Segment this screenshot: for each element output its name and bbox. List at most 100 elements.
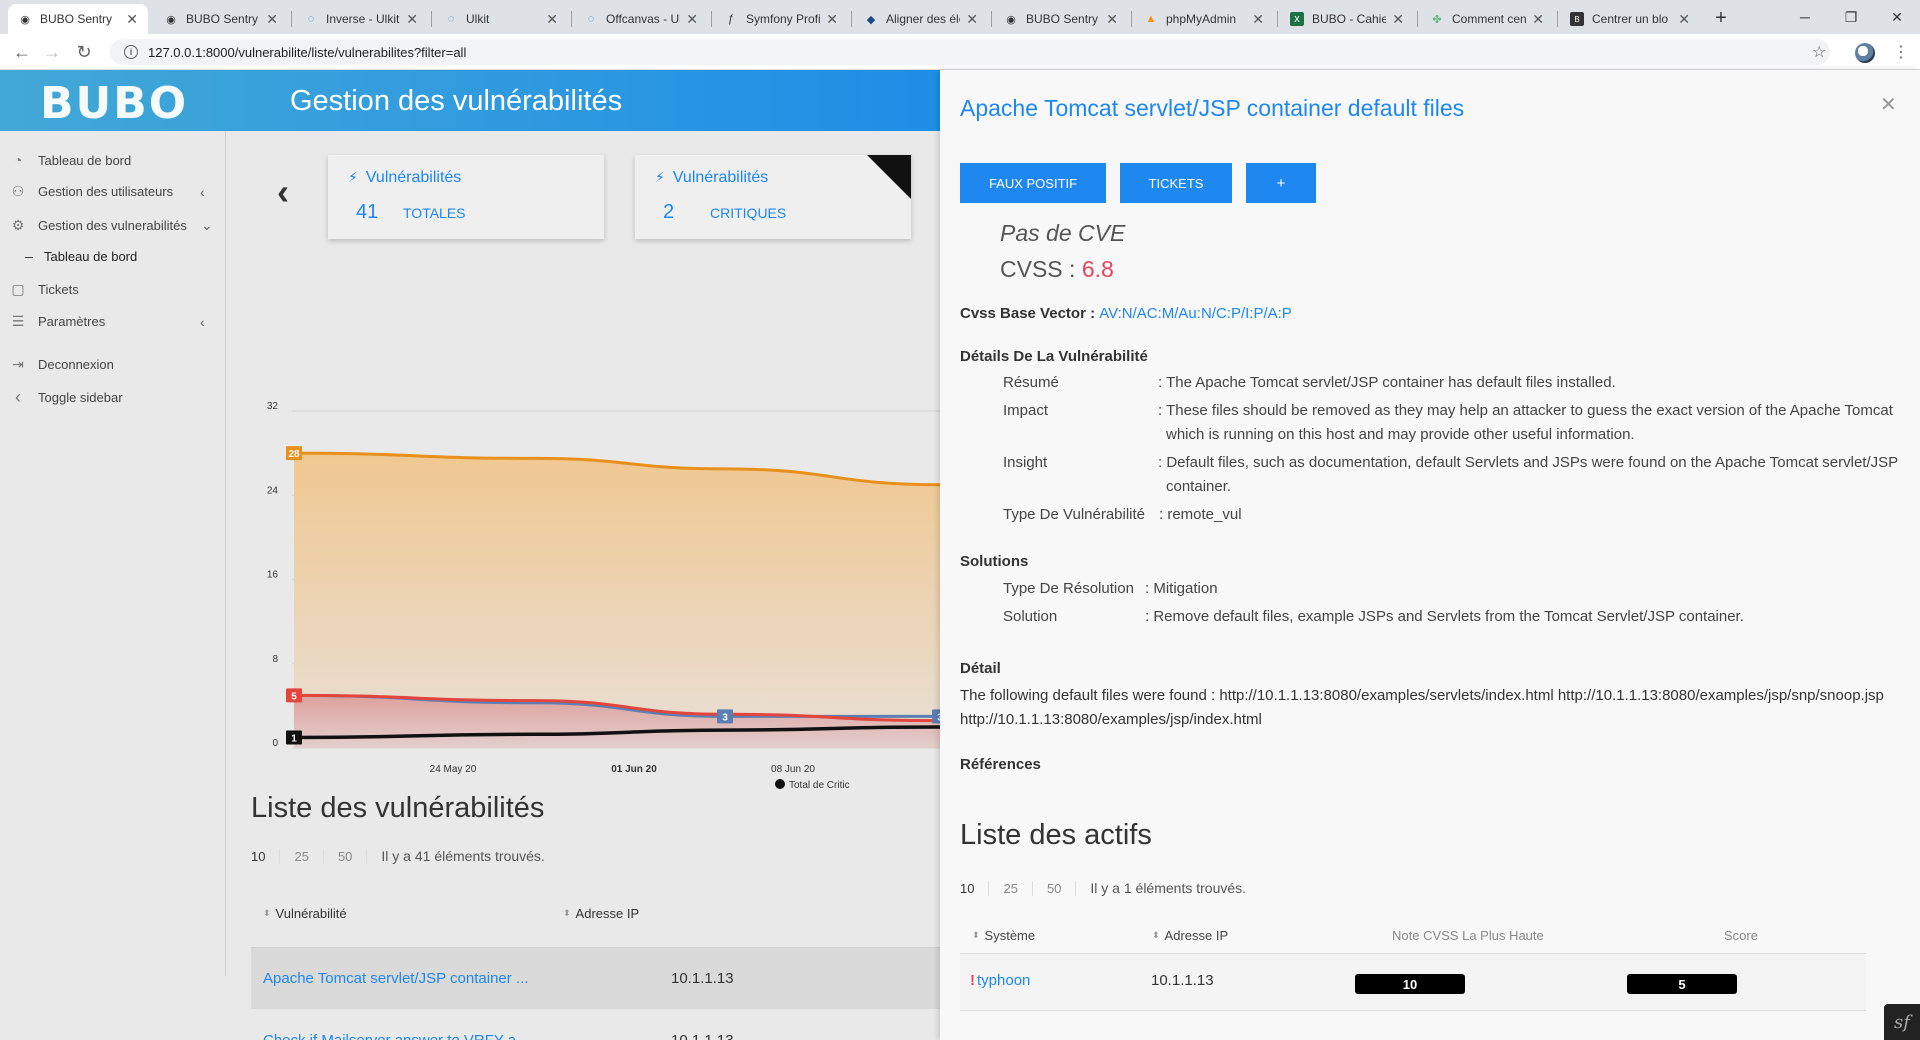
header: BUBO Gestion des vulnérabilités (0, 70, 940, 131)
logo[interactable]: BUBO (40, 78, 188, 129)
sort-icon: ⬍ (972, 930, 980, 940)
forward-icon[interactable]: → (40, 40, 64, 64)
sidebar-item-label: Deconnexion (38, 357, 114, 372)
main-content: ‹ ⚡ Vulnérabilités 41 TOTALES ⚡ Vulnérabil… (227, 131, 940, 1040)
close-icon[interactable]: ✕ (1532, 11, 1544, 28)
maximize-button[interactable]: ❐ (1828, 0, 1874, 34)
close-icon[interactable]: ✕ (1106, 11, 1118, 28)
browser-tab[interactable]: ◉ BUBO Sentry ✕ (8, 4, 148, 34)
tab-title: Comment cen (1452, 12, 1527, 26)
browser-tab[interactable]: ▲ phpMyAdmin ✕ (1134, 4, 1274, 34)
chevron-left-icon: ‹ (200, 313, 205, 330)
browser-tab[interactable]: ◉ BUBO Sentry ✕ (994, 4, 1128, 34)
phpmyadmin-icon: ▲ (1145, 13, 1157, 25)
column-header-ip[interactable]: ⬍ Adresse IP (1152, 928, 1228, 943)
tickets-button[interactable]: TICKETS (1120, 163, 1232, 203)
app: BUBO Gestion des vulnérabilités ◔ Tablea… (0, 70, 1920, 1040)
asset-link[interactable]: typhoon (977, 972, 1030, 989)
sidebar-item-vulnerabilities[interactable]: ⚙ Gestion des vulnerabilités ⌄ (8, 217, 213, 234)
table-row[interactable]: Apache Tomcat servlet/JSP container ... … (251, 947, 940, 1009)
column-header-vulnerability[interactable]: ⬍ Vulnérabilité (263, 906, 347, 921)
page-size-10[interactable]: 10 (960, 881, 990, 896)
detail-key: Insight (1003, 454, 1048, 471)
bolt-icon: ⚡ (348, 169, 358, 185)
table-row[interactable]: Check if Mailserver answer to VRFY a... … (251, 1009, 940, 1040)
solution-value: : Remove default files, example JSPs and… (1145, 608, 1744, 625)
close-icon[interactable]: ✕ (266, 11, 278, 28)
sidebar-item-label: Tableau de bord (44, 248, 138, 264)
card-title-text: Vulnérabilités (365, 169, 462, 186)
card-label: CRITIQUES (710, 205, 787, 221)
symfony-toolbar-icon[interactable]: sf (1884, 1004, 1920, 1040)
add-button[interactable]: + (1246, 163, 1316, 203)
browser-tab[interactable]: ◉ BUBO Sentry ✕ (154, 4, 288, 34)
browser-tab[interactable]: ◆ Aligner des élé ✕ (854, 4, 988, 34)
close-icon[interactable]: ✕ (826, 11, 838, 28)
vuln-pagination: 10 25 50 Il y a 41 éléments trouvés. (251, 848, 545, 864)
table-row[interactable]: ! typhoon 10.1.1.13 10 5 (960, 953, 1866, 1011)
close-icon[interactable]: ✕ (1880, 92, 1897, 117)
close-icon[interactable]: ✕ (126, 11, 138, 28)
ip-cell: 10.1.1.13 (1151, 972, 1214, 989)
close-window-button[interactable]: ✕ (1874, 0, 1920, 34)
back-icon[interactable]: ← (10, 40, 34, 64)
menu-icon[interactable]: ⋮ (1893, 42, 1909, 62)
new-tab-button[interactable]: + (1707, 4, 1735, 32)
page-size-50[interactable]: 50 (1033, 881, 1077, 896)
column-header-label: Adresse IP (575, 906, 640, 921)
page-size-25[interactable]: 25 (989, 881, 1033, 896)
tab-title: Aligner des élé (886, 12, 961, 26)
sidebar-item-label: Gestion des vulnerabilités (38, 218, 187, 233)
minimize-button[interactable]: ─ (1782, 0, 1828, 34)
browser-tab-bar: ◉ BUBO Sentry ✕ ◉ BUBO Sentry ✕ ◌ Invers… (0, 0, 1920, 34)
vuln-link[interactable]: Check if Mailserver answer to VRFY a... (263, 1032, 529, 1040)
ip-cell: 10.1.1.13 (671, 1032, 734, 1040)
sidebar-item-label: Tableau de bord (38, 152, 132, 168)
browser-tab[interactable]: x BUBO - Cahie ✕ (1280, 4, 1414, 34)
page-size-25[interactable]: 25 (280, 849, 324, 864)
sidebar-toggle[interactable]: ‹ Toggle sidebar (8, 387, 123, 408)
close-icon[interactable]: ✕ (1678, 11, 1690, 28)
sidebar-item-settings[interactable]: ☰ Paramètres ‹ (8, 313, 205, 330)
detail-value: : Default files, such as documentation, … (1158, 454, 1898, 495)
sidebar-item-users[interactable]: ⚇ Gestion des utilisateurs ‹ (8, 183, 205, 200)
base-vector: Cvss Base Vector : AV:N/AC:M/Au:N/C:P/I:… (960, 305, 1292, 322)
column-header-system[interactable]: ⬍ Système (972, 928, 1035, 943)
browser-tab[interactable]: B Centrer un blo ✕ (1560, 4, 1700, 34)
page-size-50[interactable]: 50 (324, 849, 368, 864)
detail-key: Impact (1003, 402, 1049, 419)
close-icon[interactable]: ✕ (546, 11, 558, 28)
close-icon[interactable]: ✕ (1252, 11, 1264, 28)
reload-icon[interactable]: ↻ (72, 40, 96, 64)
sidebar-item-tickets[interactable]: ▢ Tickets (8, 281, 78, 298)
sidebar-item-logout[interactable]: ⇥ Deconnexion (8, 356, 114, 373)
browser-tab[interactable]: ◌ Offcanvas - Ul ✕ (574, 4, 708, 34)
close-icon[interactable]: ✕ (966, 11, 978, 28)
slider-prev-icon[interactable]: ‹ (277, 171, 289, 213)
close-icon[interactable]: ✕ (686, 11, 698, 28)
y-tick-label: 8 (272, 654, 278, 665)
sidebar-subitem-dashboard[interactable]: – Tableau de bord (24, 248, 137, 264)
ip-cell: 10.1.1.13 (671, 970, 734, 987)
gear-icon: ⚙ (11, 217, 25, 233)
page-size-10[interactable]: 10 (251, 849, 281, 864)
vuln-link[interactable]: Apache Tomcat servlet/JSP container ... (263, 970, 528, 987)
close-icon[interactable]: ✕ (406, 11, 418, 28)
dashboard-icon: ◔ (13, 152, 23, 168)
sidebar-item-label: Gestion des utilisateurs (38, 184, 174, 199)
avatar[interactable] (1855, 43, 1875, 63)
info-icon[interactable]: i (124, 45, 138, 59)
browser-tab[interactable]: ✤ Comment cen ✕ (1420, 4, 1554, 34)
close-icon[interactable]: ✕ (1392, 11, 1404, 28)
star-icon[interactable]: ☆ (1812, 42, 1826, 62)
panel-title: Apache Tomcat servlet/JSP container defa… (960, 95, 1465, 121)
url-input[interactable]: i 127.0.0.1:8000/vulnerabilite/liste/vul… (110, 39, 1830, 65)
browser-tab[interactable]: ◌ Ulkit ✕ (434, 4, 568, 34)
false-positive-button[interactable]: FAUX POSITIF (960, 163, 1106, 203)
column-header-ip[interactable]: ⬍ Adresse IP (563, 906, 639, 921)
browser-tab[interactable]: ◌ Inverse - Ulkit ✕ (294, 4, 428, 34)
base-vector-link[interactable]: AV:N/AC:M/Au:N/C:P/I:P/A:P (1099, 305, 1292, 322)
browser-tab[interactable]: ƒ Symfony Profi ✕ (714, 4, 848, 34)
uikit-icon: ◌ (587, 13, 595, 25)
sidebar-item-dashboard[interactable]: ◔ Tableau de bord (8, 152, 131, 168)
